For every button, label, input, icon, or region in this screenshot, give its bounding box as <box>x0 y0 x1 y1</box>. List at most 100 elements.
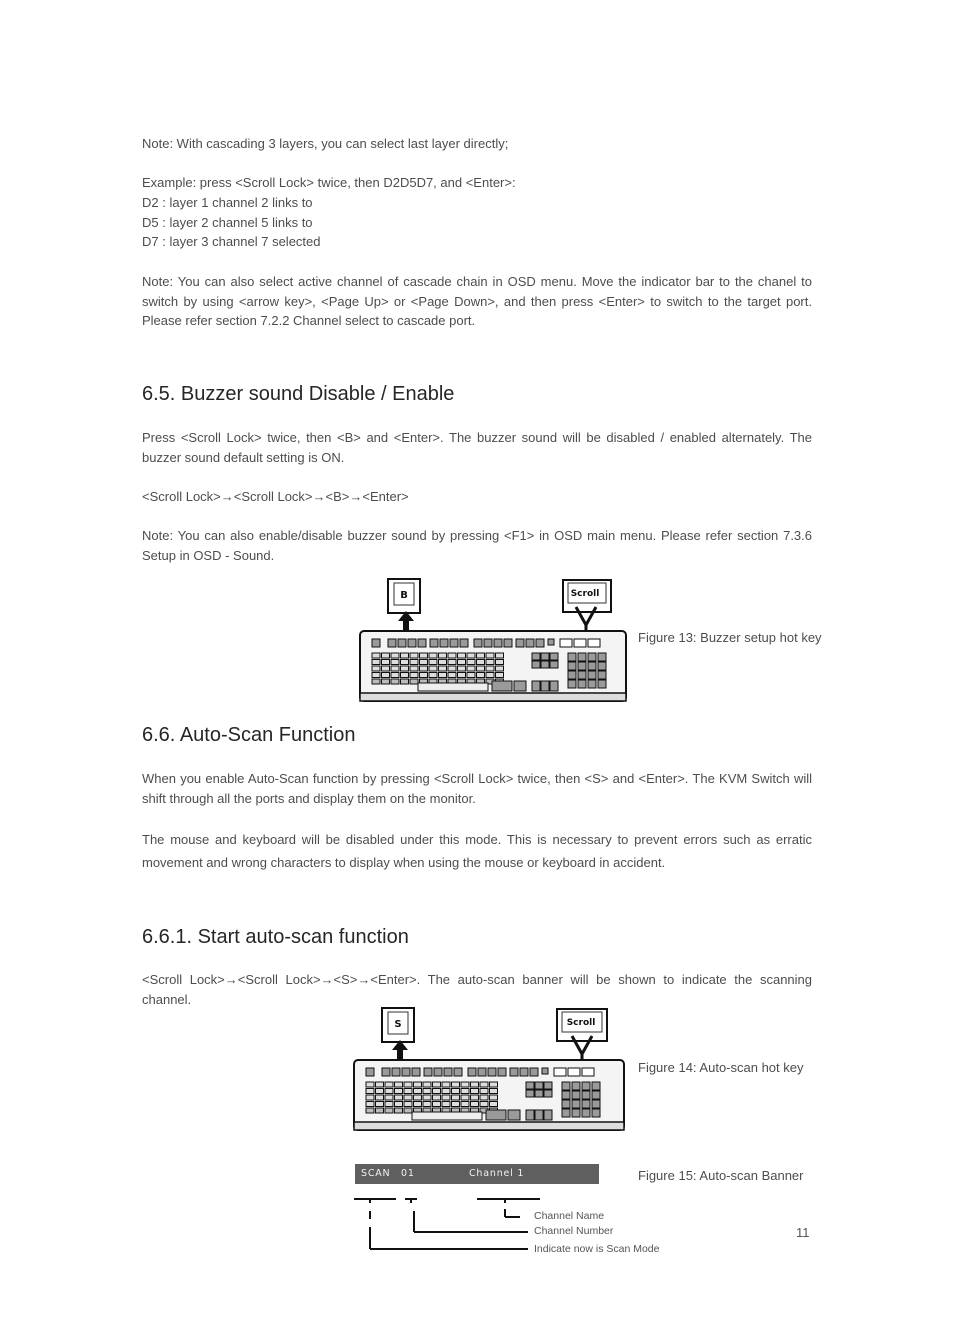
keyboard-key <box>470 1088 479 1094</box>
figure-15-caption: Figure 15: Auto-scan Banner <box>638 1168 804 1183</box>
keyboard-key <box>447 659 457 665</box>
keyboard-key <box>371 672 381 678</box>
keyboard-key <box>460 1081 470 1088</box>
buzzer-paragraph: Press <Scroll Lock> twice, then <B> and … <box>142 430 812 465</box>
keyboard-key <box>525 1109 535 1121</box>
keyboard-key <box>451 1081 460 1088</box>
keyboard-key <box>441 1094 451 1101</box>
keyboard-key <box>390 672 400 678</box>
keyboard-key <box>409 672 419 678</box>
keyboard-key <box>390 665 400 672</box>
banner-channel-name: Channel 1 <box>469 1168 525 1179</box>
keyboard-key <box>390 678 400 685</box>
keyboard-illustration-s: S Scroll <box>353 1007 625 1131</box>
keyboard-key <box>438 665 447 672</box>
keyboard-key <box>466 665 476 672</box>
keyboard-key <box>466 659 476 665</box>
keyboard-key <box>381 1067 391 1077</box>
keyboard-key <box>400 652 409 659</box>
keyboard-key <box>460 1094 470 1101</box>
keyboard-key <box>457 665 466 672</box>
keyboard-key <box>365 1088 375 1094</box>
keyboard-key <box>477 1067 487 1077</box>
keyboard-key <box>561 1090 571 1100</box>
example-d2: D2 : layer 1 channel 2 links to <box>142 195 313 210</box>
banner-channel-number: 01 <box>401 1168 415 1179</box>
keyboard-key <box>466 652 476 659</box>
keyboard-key <box>577 670 587 680</box>
keyboard-key <box>441 1101 451 1107</box>
keyboard-key <box>529 1067 539 1077</box>
keyboard-key <box>470 1081 479 1088</box>
keyboard-key <box>422 1081 432 1088</box>
keyboard-key <box>419 652 428 659</box>
keyboard-key <box>443 1067 453 1077</box>
keyboard-key <box>428 672 438 678</box>
keyboard-key <box>460 1101 470 1107</box>
keyboard-key <box>531 652 541 661</box>
section-heading-6-6: 6.6. Auto-Scan Function <box>142 724 356 746</box>
keyboard-key <box>460 1088 470 1094</box>
keyboard-key <box>417 638 427 648</box>
keyboard-key <box>403 1107 413 1114</box>
keyboard-key <box>567 652 577 662</box>
keyboard-key <box>591 1099 601 1109</box>
keyboard-key <box>577 661 587 671</box>
keyboard-key <box>422 1101 432 1107</box>
keyboard-key <box>459 638 469 648</box>
key-scroll-icon: Scroll <box>562 579 612 613</box>
keyboard-key <box>591 1090 601 1100</box>
keyboard-key <box>543 1089 553 1098</box>
keyboard-key <box>419 665 428 672</box>
start-autoscan-paragraph: <Scroll Lock>→<Scroll Lock>→<S>→<Enter>.… <box>142 972 812 1007</box>
key-s-label: S <box>394 1019 401 1030</box>
keyboard-key <box>525 1081 535 1090</box>
keyboard-key <box>470 1094 479 1101</box>
keyboard-key <box>549 660 559 669</box>
example-d7: D7 : layer 3 channel 7 selected <box>142 234 321 249</box>
keyboard-key <box>409 652 419 659</box>
keyboard-key <box>409 659 419 665</box>
keyboard-key <box>432 1088 441 1094</box>
keyboard-key <box>470 1101 479 1107</box>
keyboard-key <box>429 638 439 648</box>
keyboard-key <box>433 1067 443 1077</box>
keyboard-key <box>394 1094 403 1101</box>
keyboard-key <box>567 661 577 671</box>
keyboard-key <box>540 680 550 692</box>
keyboard-key <box>581 1067 595 1077</box>
keyboard-key <box>451 1094 460 1101</box>
keyboard-key <box>587 661 597 671</box>
keyboard-key <box>561 1099 571 1109</box>
keyboard-key <box>571 1099 581 1109</box>
keyboard-key <box>413 1094 422 1101</box>
keyboard-key <box>487 1067 497 1077</box>
keyboard-key <box>403 1094 413 1101</box>
keyboard-key <box>476 672 485 678</box>
keyboard-key <box>525 638 535 648</box>
keyboard-key <box>384 1107 394 1114</box>
key-scroll-icon: Scroll <box>556 1008 608 1042</box>
keyboard-key <box>561 1081 571 1091</box>
keyboard-key <box>403 1081 413 1088</box>
section-heading-6-6-1: 6.6.1. Start auto-scan function <box>142 926 409 948</box>
keyboard-key <box>403 1088 413 1094</box>
keyboard-key <box>384 1094 394 1101</box>
keyboard-key <box>409 665 419 672</box>
keyboard-key <box>390 659 400 665</box>
keyboard-key <box>394 1081 403 1088</box>
keyboard-key <box>457 672 466 678</box>
keyboard-key <box>479 1081 489 1088</box>
keyboard-key <box>438 652 447 659</box>
keyboard-key <box>381 659 390 665</box>
keyboard-key <box>411 1111 483 1121</box>
keyboard-key <box>400 659 409 665</box>
keyboard-key <box>375 1094 384 1101</box>
keyboard-key <box>531 680 541 692</box>
keyboard-illustration-b: B Scroll <box>359 578 627 702</box>
keyboard-key <box>495 665 504 672</box>
keyboard-key <box>476 665 485 672</box>
note-cascade: Note: With cascading 3 layers, you can s… <box>142 136 509 151</box>
keyboard-key <box>591 1108 601 1118</box>
keyboard-key <box>447 665 457 672</box>
